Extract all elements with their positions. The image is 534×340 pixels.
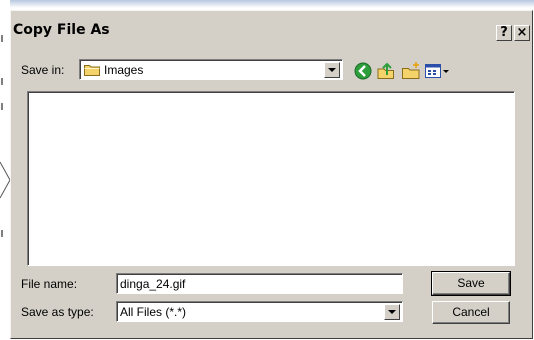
dialog-title: Copy File As [13,22,110,38]
close-button[interactable]: × [514,25,530,41]
save-in-dropdown-button[interactable] [324,62,340,78]
save-in-label: Save in: [21,63,65,77]
save-as-type-combobox[interactable]: All Files (*.*) [116,301,403,322]
save-as-type-value: All Files (*.*) [120,305,187,319]
save-in-value: Images [104,63,144,77]
up-folder-icon[interactable] [376,61,396,81]
save-button[interactable]: Save [431,271,511,296]
file-name-input[interactable] [116,273,403,294]
save-in-combobox[interactable]: Images [79,59,343,80]
save-as-type-label: Save as type: [21,305,94,319]
view-menu-icon[interactable] [424,61,450,81]
folder-icon [84,65,100,76]
cancel-button[interactable]: Cancel [432,301,510,324]
file-list[interactable] [27,91,515,266]
help-icon: ? [500,25,508,40]
help-button[interactable]: ? [496,25,512,41]
back-icon[interactable] [353,61,373,81]
copy-file-as-dialog: Copy File As ? × Save in: Images File na… [10,10,533,339]
save-as-type-dropdown-button[interactable] [384,304,400,320]
file-name-label: File name: [21,277,78,291]
close-icon: × [516,25,528,40]
title-bar: Copy File As ? × [12,12,531,48]
new-folder-icon[interactable] [401,61,421,81]
background-window-header [10,0,534,8]
